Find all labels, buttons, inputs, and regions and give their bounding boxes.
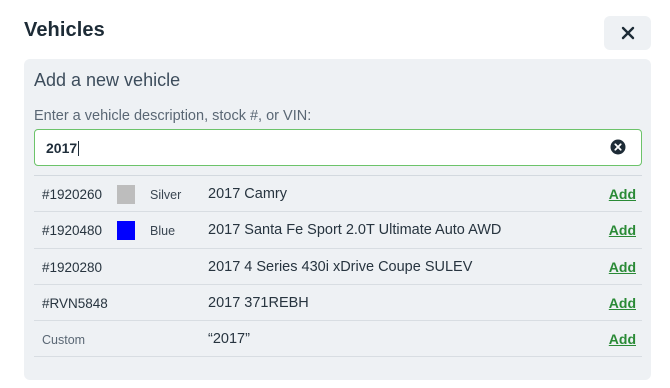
result-row-custom[interactable]: Custom “2017” Add	[34, 321, 642, 357]
add-vehicle-panel: Add a new vehicle Enter a vehicle descri…	[24, 59, 651, 380]
color-swatch	[117, 185, 135, 204]
vehicle-results-list: #1920260 Silver 2017 Camry Add #1920480 …	[34, 175, 642, 357]
panel-title: Add a new vehicle	[34, 70, 181, 90]
modal-title: Vehicles	[24, 19, 105, 41]
clear-circle-icon[interactable]	[610, 139, 626, 155]
add-vehicle-link[interactable]: Add	[609, 186, 636, 202]
add-vehicle-link[interactable]: Add	[609, 222, 636, 238]
stock-number: #1920280	[42, 260, 103, 275]
search-label: Enter a vehicle description, stock #, or…	[34, 108, 312, 124]
result-row[interactable]: #1920280 2017 4 Series 430i xDrive Coupe…	[34, 249, 642, 285]
color-name: Silver	[150, 188, 182, 202]
close-icon	[621, 26, 634, 40]
text-caret	[78, 141, 80, 156]
close-button[interactable]	[604, 16, 651, 50]
add-vehicle-link[interactable]: Add	[609, 331, 636, 347]
color-swatch	[117, 221, 135, 240]
vehicle-description: 2017 4 Series 430i xDrive Coupe SULEV	[208, 259, 473, 275]
vehicle-description: 2017 Camry	[208, 186, 287, 202]
result-row[interactable]: #RVN5848 2017 371REBH Add	[34, 285, 642, 321]
custom-label: Custom	[42, 333, 86, 347]
add-vehicle-link[interactable]: Add	[609, 295, 636, 311]
result-row[interactable]: #1920480 Blue 2017 Santa Fe Sport 2.0T U…	[34, 212, 642, 249]
vehicle-search-input[interactable]: 2017	[34, 129, 642, 166]
stock-number: #RVN5848	[42, 296, 108, 311]
result-row[interactable]: #1920260 Silver 2017 Camry Add	[34, 176, 642, 212]
color-name: Blue	[150, 224, 176, 238]
vehicle-description: “2017”	[208, 331, 250, 347]
stock-number: #1920260	[42, 187, 103, 202]
search-input-value: 2017	[46, 140, 80, 156]
vehicle-description: 2017 371REBH	[208, 295, 309, 311]
stock-number: #1920480	[42, 223, 103, 238]
vehicle-description: 2017 Santa Fe Sport 2.0T Ultimate Auto A…	[208, 222, 502, 238]
add-vehicle-link[interactable]: Add	[609, 259, 636, 275]
